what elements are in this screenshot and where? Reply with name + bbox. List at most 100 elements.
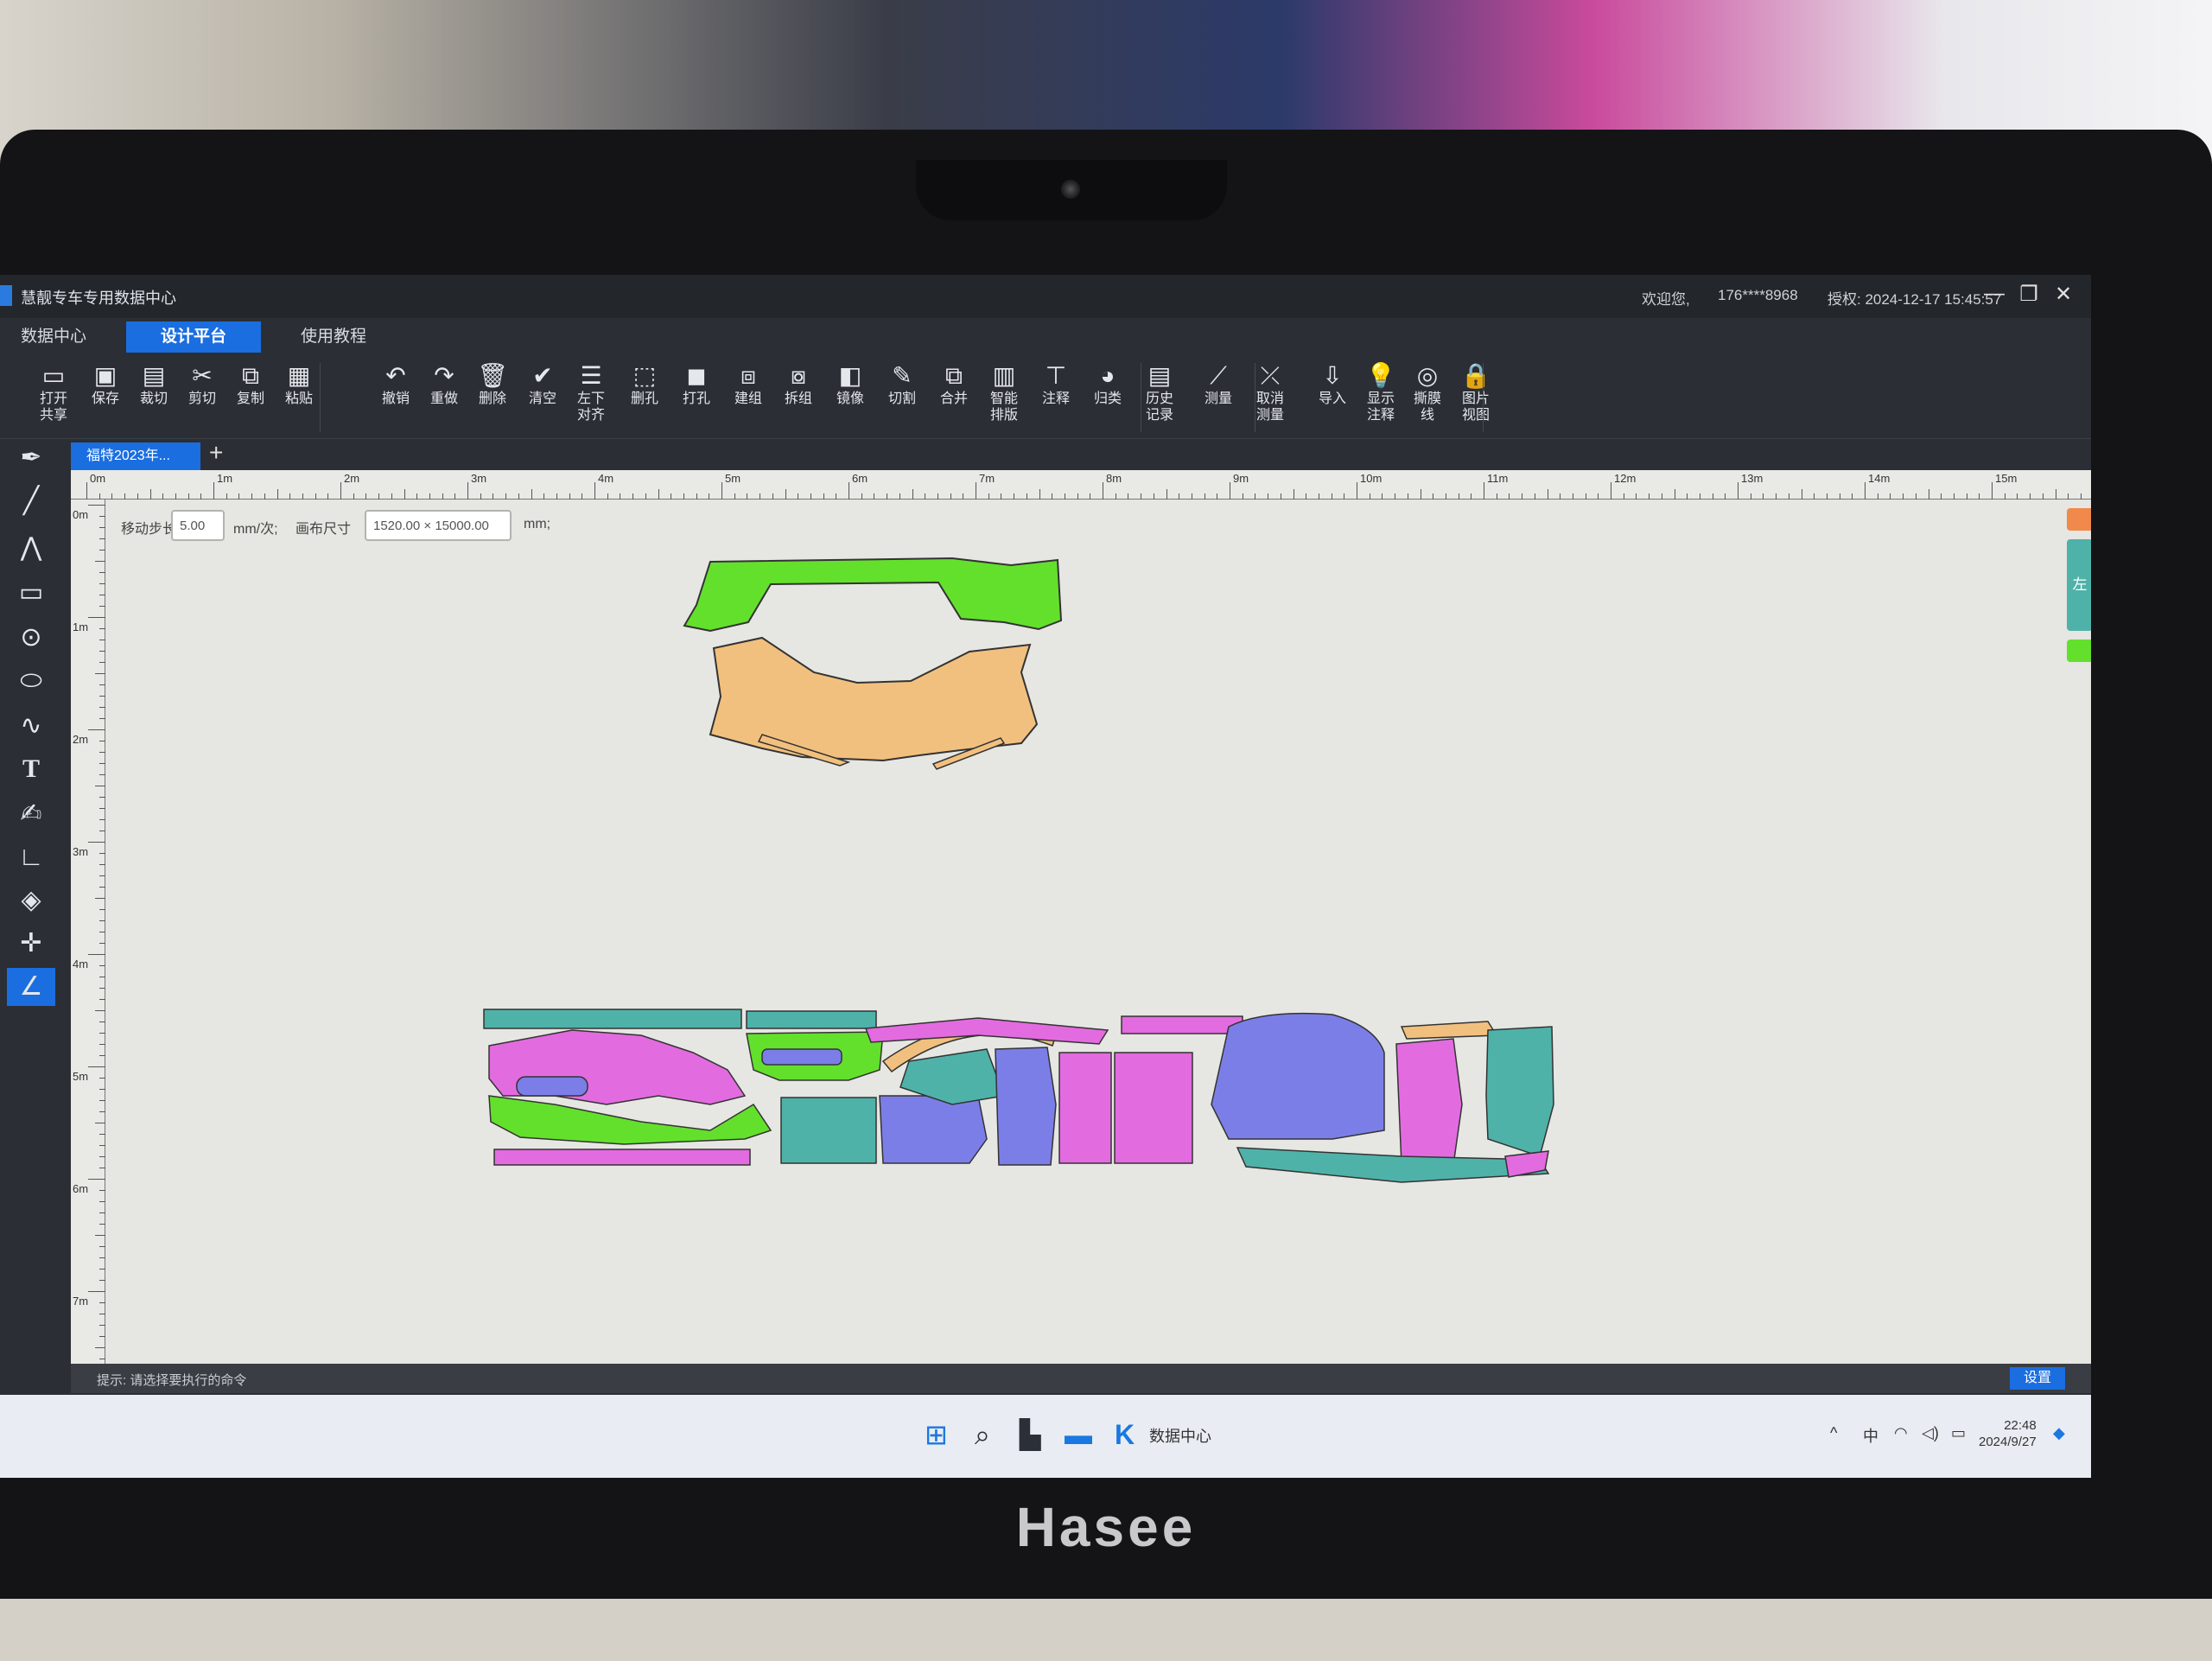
rectangle-icon[interactable]: ▭: [7, 574, 55, 612]
toolbar-label: 粘贴: [284, 391, 313, 406]
task-view-icon[interactable]: ▙: [1020, 1417, 1041, 1452]
view-front-button[interactable]: 前: [2067, 508, 2091, 531]
windows-start-icon[interactable]: ⊞: [925, 1417, 948, 1452]
ruler-minor-tick: [365, 493, 367, 500]
restore-icon[interactable]: ❐: [2013, 282, 2044, 307]
ruler-minor-tick: [1953, 493, 1955, 500]
document-tabs: 福特2023年... +: [71, 439, 2091, 470]
curve-icon[interactable]: ∿: [7, 707, 55, 745]
ruler-label: 5m: [725, 472, 741, 485]
pink-block-b: [1114, 1052, 1193, 1164]
toolbar-label: 清空: [528, 391, 556, 406]
toolbar-button[interactable]: ▭ 打开 共享: [31, 361, 76, 423]
design-canvas[interactable]: 移动步长 5.00 mm/次; 画布尺寸 1520.00 × 15000.00 …: [105, 500, 2091, 1364]
ruler-tick: [86, 482, 87, 500]
angle-icon[interactable]: ∠: [7, 968, 55, 1006]
ruler-label: 15m: [1995, 472, 2018, 485]
chevron-up-icon[interactable]: ^: [1830, 1424, 1837, 1442]
ruler-minor-tick: [429, 493, 430, 500]
text-icon[interactable]: T: [7, 750, 55, 788]
taskbar-app-label[interactable]: 数据中心: [1149, 1424, 1211, 1447]
ruler-minor-tick: [276, 489, 278, 500]
toolbar-button[interactable]: ⧉ 复制: [228, 361, 273, 407]
toolbar-button[interactable]: ▥ 智能 排版: [982, 361, 1027, 423]
toolbar-label: 剪切: [188, 391, 216, 406]
app-taskbar-icon[interactable]: K: [1115, 1417, 1135, 1452]
ruler-minor-tick: [2080, 493, 2082, 500]
ruler-tick: [88, 842, 105, 843]
ruler-minor-tick: [823, 493, 824, 500]
ruler-minor-tick: [99, 1021, 105, 1022]
toolbar-button[interactable]: ▤ 历史 记录: [1137, 361, 1182, 423]
view-back-button[interactable]: 后: [2067, 640, 2091, 662]
ruler-label: 3m: [471, 472, 487, 485]
toolbar-button[interactable]: ⧇ 拆组: [776, 361, 821, 407]
ruler-minor-tick: [99, 662, 105, 663]
tab-design-platform[interactable]: 设计平台: [126, 321, 261, 353]
close-icon[interactable]: ✕: [2048, 282, 2079, 307]
toolbar-button[interactable]: ◼ 打孔: [674, 361, 719, 407]
toolbar-button[interactable]: 🔒 图片 视图: [1453, 361, 1498, 423]
toolbar-button[interactable]: ⬚ 删孔: [622, 361, 667, 407]
toolbar-button[interactable]: ⇩ 导入: [1310, 361, 1355, 407]
pen-icon[interactable]: ✒: [7, 439, 55, 477]
minimize-icon[interactable]: —: [1979, 282, 2010, 306]
tab-data-center[interactable]: 数据中心: [5, 321, 102, 353]
toolbar-button[interactable]: 🗑 删除: [470, 361, 515, 407]
toolbar-label: 测量: [1204, 391, 1232, 406]
battery-icon[interactable]: ▭: [1951, 1424, 1966, 1442]
toolbar-button[interactable]: ⧈ 建组: [726, 361, 771, 407]
settings-button[interactable]: 设置: [2009, 1367, 2065, 1390]
toolbar-button[interactable]: ⊤ 注释: [1033, 361, 1078, 407]
polyline-icon[interactable]: ⋀: [7, 529, 55, 567]
toolbar-button[interactable]: ⟋ 测量: [1196, 361, 1241, 407]
ruler-minor-tick: [99, 572, 105, 573]
notification-bell-icon[interactable]: ◆: [2053, 1424, 2065, 1442]
system-clock[interactable]: 22:48 2024/9/27: [1979, 1417, 2037, 1450]
save-icon: ▣: [93, 362, 118, 389]
lock-icon: 🔒: [1460, 362, 1491, 389]
circle-icon[interactable]: ⊙: [7, 619, 55, 657]
status-hint: 提示: 请选择要执行的命令: [97, 1373, 247, 1388]
ruler-minor-tick: [188, 493, 189, 500]
volume-icon[interactable]: ◁): [1922, 1424, 1939, 1442]
view-left-button[interactable]: 左: [2067, 539, 2091, 631]
wifi-icon[interactable]: ◠: [1894, 1424, 1908, 1442]
ruler-minor-tick: [99, 696, 105, 697]
ellipse-icon[interactable]: ⬭: [7, 662, 55, 700]
toolbar-button[interactable]: ✂ 剪切: [180, 361, 225, 407]
toolbar-button[interactable]: ▣ 保存: [83, 361, 128, 407]
punch-icon: ◼: [686, 362, 707, 389]
file-explorer-icon[interactable]: ▬: [1065, 1417, 1092, 1452]
user-account[interactable]: 176****8968: [1718, 287, 1798, 304]
ruler-label: 8m: [1106, 472, 1122, 485]
ruler-label: 14m: [1868, 472, 1891, 485]
crosshair-icon[interactable]: ✛: [7, 925, 55, 963]
toolbar-button[interactable]: ▤ 裁切: [131, 361, 176, 407]
toolbar-button[interactable]: ↷ 重做: [422, 361, 467, 407]
toolbar-button[interactable]: 💡 显示 注释: [1358, 361, 1403, 423]
toolbar-button[interactable]: ↶ 撤销: [373, 361, 418, 407]
layers-icon[interactable]: ◈: [7, 881, 55, 920]
add-tab-icon[interactable]: +: [209, 439, 223, 467]
tab-tutorial[interactable]: 使用教程: [285, 321, 382, 353]
toolbar-button[interactable]: ⧉ 合并: [931, 361, 976, 407]
ruler-minor-tick: [1077, 493, 1078, 500]
toolbar-button[interactable]: ◧ 镜像: [828, 361, 873, 407]
line-icon[interactable]: ╱: [7, 482, 55, 520]
ruler-minor-tick: [99, 797, 105, 798]
toolbar-label: 合并: [939, 391, 968, 406]
toolbar-button[interactable]: ◎ 撕膜 线: [1405, 361, 1450, 423]
toolbar-button[interactable]: ✎ 切割: [880, 361, 925, 407]
toolbar-button[interactable]: ☰ 左下 对齐: [569, 361, 613, 423]
document-tab[interactable]: 福特2023年...: [71, 442, 200, 470]
toolbar-button[interactable]: ▦ 粘贴: [276, 361, 321, 407]
ime-indicator[interactable]: 中: [1863, 1424, 1878, 1447]
toolbar-button[interactable]: ✔ 清空: [520, 361, 565, 407]
toolbar-label: 左下 对齐: [576, 391, 605, 423]
toolbar-button[interactable]: ◕ 归类: [1085, 361, 1130, 407]
toolbar-label: 打开 共享: [39, 391, 67, 423]
search-icon[interactable]: ⌕: [975, 1417, 990, 1452]
corner-icon[interactable]: ∟: [7, 838, 55, 876]
edit-icon[interactable]: ✍: [7, 795, 55, 833]
